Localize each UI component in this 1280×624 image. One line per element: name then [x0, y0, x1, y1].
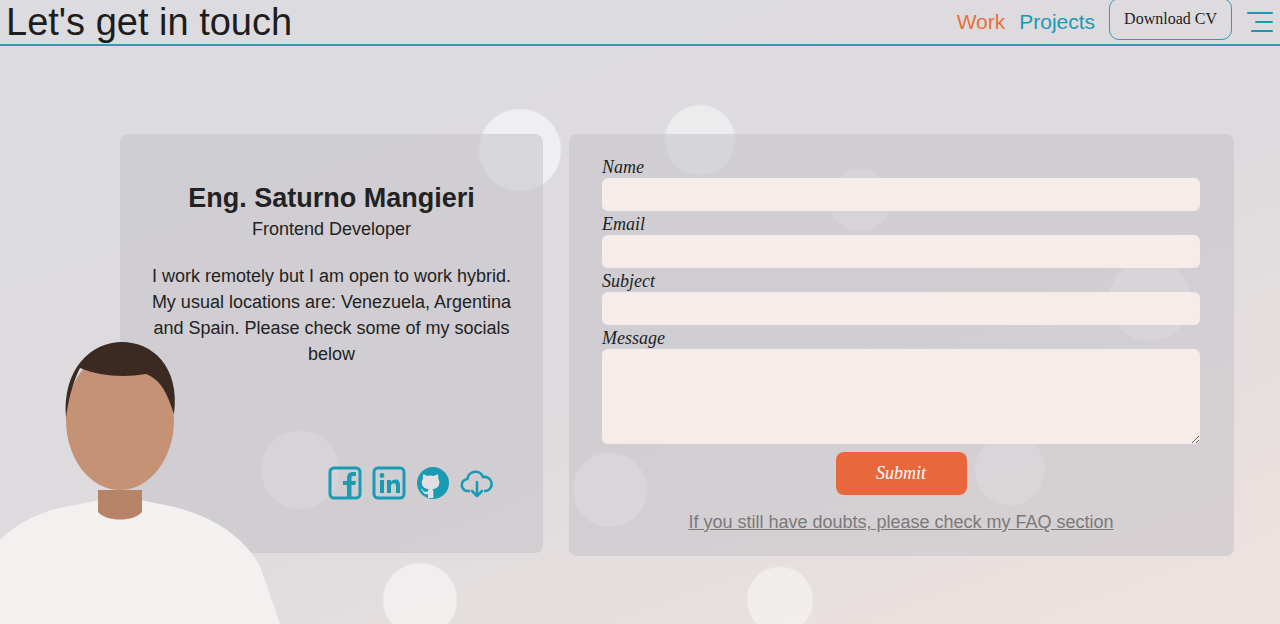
cloud-download-icon[interactable]	[459, 465, 495, 501]
form-field[interactable]	[602, 178, 1200, 211]
contact-form: Name Email Subject Message Submit If you stil…	[569, 134, 1234, 556]
field-label: Subject	[602, 270, 1200, 292]
linkedin-icon[interactable]	[371, 465, 407, 501]
profile-card: Eng. Saturno MangieriFrontend Developer I…	[120, 134, 543, 553]
page-title: Let's get in touch	[6, 3, 292, 41]
nav-link[interactable]: Projects	[1019, 6, 1095, 38]
form-field[interactable]	[602, 235, 1200, 268]
field-label: Name	[602, 156, 1200, 178]
submit-button[interactable]: Submit	[836, 452, 967, 495]
page: Let's get in touch Work Projects Download C…	[0, 0, 1280, 624]
top-bar: Let's get in touch Work Projects Download C…	[0, 0, 1280, 46]
form-field[interactable]	[602, 349, 1200, 444]
facebook-icon[interactable]	[327, 465, 363, 501]
profile-bio: I work remotely but I am open to work hy…	[140, 263, 523, 367]
social-links	[140, 465, 523, 501]
form-field[interactable]	[602, 292, 1200, 325]
field-label: Email	[602, 213, 1200, 235]
nav-link[interactable]: Work	[957, 6, 1006, 38]
download-cv-button[interactable]: Download CV	[1109, 0, 1232, 40]
github-icon[interactable]	[415, 465, 451, 501]
content: Eng. Saturno MangieriFrontend Developer I…	[0, 46, 1280, 556]
form-actions: Submit If you still have doubts, please c…	[602, 446, 1200, 536]
profile-photo	[0, 340, 280, 624]
profile-role: Frontend Developer	[140, 216, 523, 243]
menu-icon[interactable]	[1246, 8, 1274, 36]
top-nav: WorkProjectsDownload CV	[957, 4, 1274, 40]
profile-name: Eng. Saturno Mangieri	[140, 182, 523, 214]
field-label: Message	[602, 327, 1200, 349]
faq-link[interactable]: If you still have doubts, please check m…	[688, 509, 1113, 536]
